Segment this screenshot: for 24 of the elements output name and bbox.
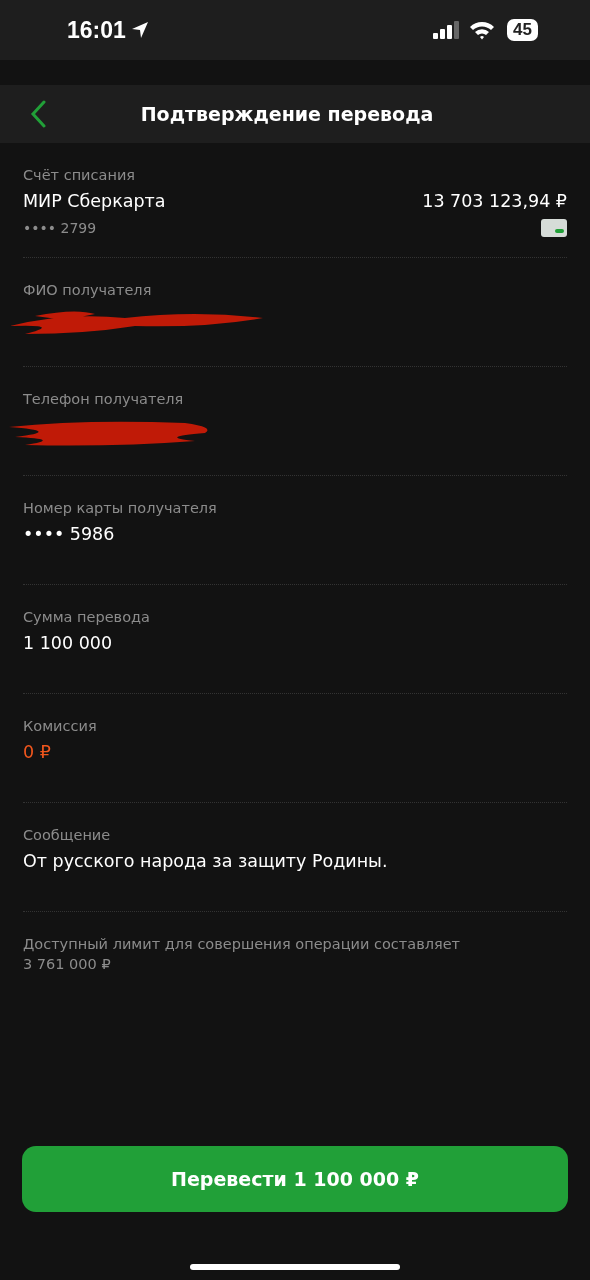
field-label: Сумма перевода xyxy=(23,609,151,625)
card-icon xyxy=(541,219,567,237)
account-balance: 13 703 123,94 ₽ xyxy=(422,191,567,211)
field-label: Телефон получателя xyxy=(23,391,185,407)
signal-icon xyxy=(433,21,462,39)
wifi-icon xyxy=(469,20,496,40)
field-value: От русского народа за защиту Родины. xyxy=(23,851,389,871)
limit-amount: 3 761 000 ₽ xyxy=(23,956,112,972)
back-icon[interactable] xyxy=(30,100,46,128)
field-value: 0 ₽ xyxy=(23,742,52,762)
field-label: Номер карты получателя xyxy=(23,500,218,516)
field-value: •••• 5986 xyxy=(23,524,116,544)
field-label: Сообщение xyxy=(23,827,112,843)
card-number: •••• 2799 xyxy=(23,220,97,236)
status-time: 16:01 xyxy=(67,16,126,44)
field-label: ФИО получателя xyxy=(23,282,153,298)
battery-indicator: 45 xyxy=(507,19,538,41)
account-name: МИР Сберкарта xyxy=(23,191,166,211)
screen-title: Подтверждение перевода xyxy=(140,103,434,125)
field-label: Счёт списания xyxy=(23,167,137,183)
field-value: 1 100 000 xyxy=(23,633,114,653)
transfer-button[interactable]: Перевести 1 100 000 ₽ xyxy=(22,1146,568,1212)
field-label: Комиссия xyxy=(23,718,98,734)
limit-note: Доступный лимит для совершения операции составляет xyxy=(23,936,462,952)
